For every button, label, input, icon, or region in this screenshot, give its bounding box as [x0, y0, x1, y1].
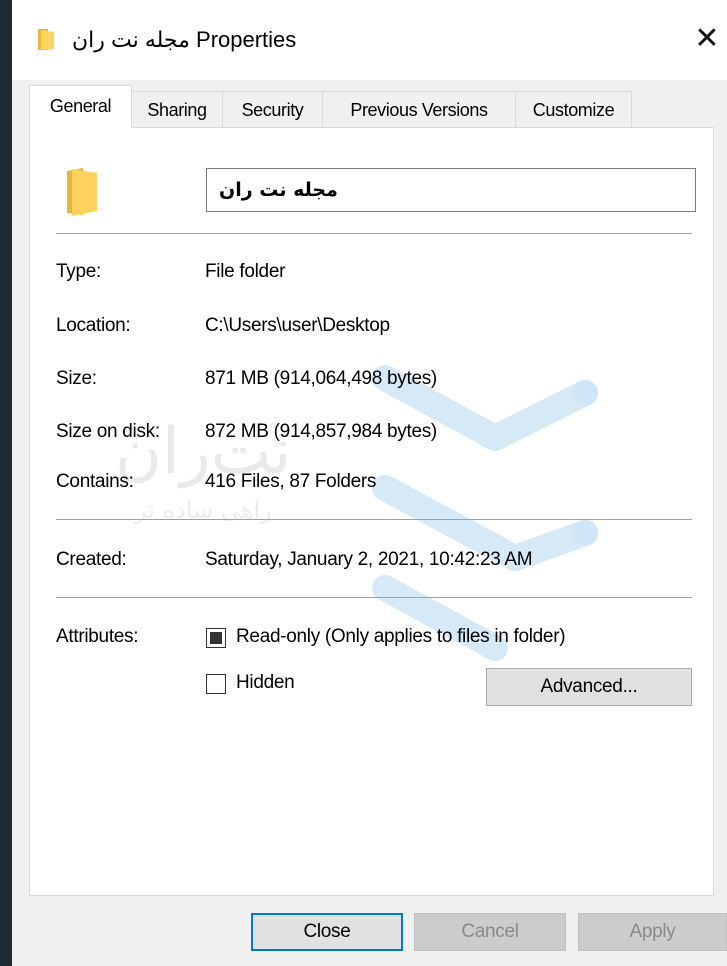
tab-general[interactable]: General: [29, 85, 132, 128]
tab-security[interactable]: Security: [222, 91, 323, 127]
read-only-checkbox[interactable]: [206, 628, 226, 648]
window-title: مجله نت ران Properties: [72, 27, 297, 52]
cancel-button[interactable]: Cancel: [414, 913, 566, 951]
folder-icon: [67, 168, 97, 216]
created-value: Saturday, January 2, 2021, 10:42:23 AM: [205, 549, 533, 570]
type-label: Type:: [56, 261, 101, 282]
close-button[interactable]: Close: [251, 913, 403, 951]
location-value: C:\Users\user\Desktop: [205, 315, 390, 336]
read-only-label[interactable]: Read-only (Only applies to files in fold…: [236, 625, 566, 649]
size-value: 871 MB (914,064,498 bytes): [205, 368, 437, 389]
divider: [56, 597, 692, 598]
folder-icon: [38, 29, 54, 50]
apply-button[interactable]: Apply: [578, 913, 727, 951]
general-tab-panel: نت‌ران راهی ساده تر مجله نت ران Type: Fi…: [29, 127, 714, 896]
hidden-label[interactable]: Hidden: [236, 671, 295, 695]
divider: [56, 519, 692, 520]
folder-name-input[interactable]: مجله نت ران: [206, 168, 696, 212]
properties-dialog: مجله نت ران Properties ✕ General Sharing…: [12, 0, 727, 966]
tab-sharing[interactable]: Sharing: [131, 91, 223, 127]
type-value: File folder: [205, 261, 286, 282]
contains-label: Contains:: [56, 471, 134, 492]
contains-value: 416 Files, 87 Folders: [205, 471, 377, 492]
size-on-disk-value: 872 MB (914,857,984 bytes): [205, 421, 437, 442]
desktop-edge: [0, 0, 12, 966]
title-bar[interactable]: مجله نت ران Properties ✕: [12, 0, 727, 80]
divider: [56, 233, 692, 234]
advanced-button[interactable]: Advanced...: [486, 668, 692, 706]
hidden-checkbox[interactable]: [206, 674, 226, 694]
created-label: Created:: [56, 549, 127, 570]
tab-previous-versions[interactable]: Previous Versions: [322, 91, 516, 127]
attributes-label: Attributes:: [56, 626, 139, 647]
size-label: Size:: [56, 368, 97, 389]
indeterminate-mark-icon: [210, 632, 222, 644]
size-on-disk-label: Size on disk:: [56, 421, 160, 442]
tab-customize[interactable]: Customize: [515, 91, 632, 127]
location-label: Location:: [56, 315, 131, 336]
close-window-button[interactable]: ✕: [692, 22, 722, 56]
